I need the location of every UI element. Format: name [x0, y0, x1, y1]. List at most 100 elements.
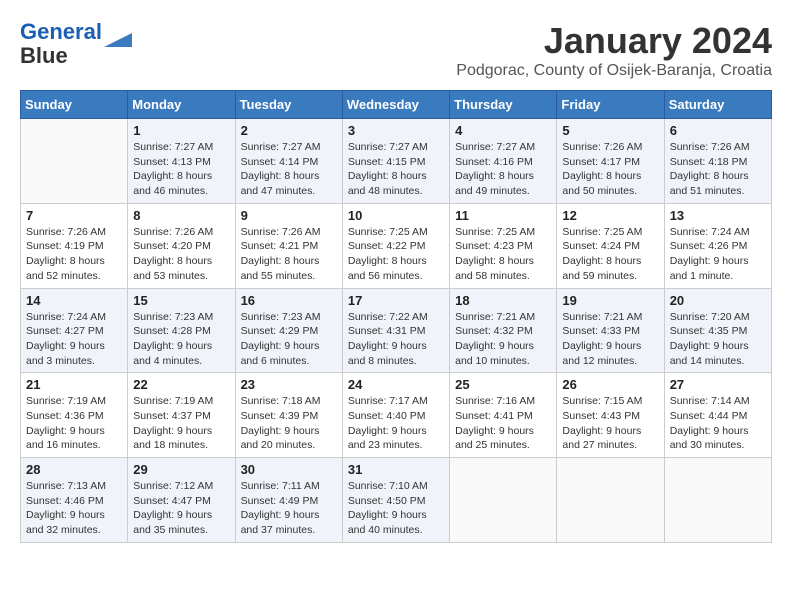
day-number: 11 [455, 208, 551, 223]
day-info: Sunrise: 7:19 AMSunset: 4:36 PMDaylight:… [26, 394, 122, 453]
calendar-cell [21, 119, 128, 204]
day-number: 9 [241, 208, 337, 223]
day-number: 20 [670, 293, 766, 308]
day-info: Sunrise: 7:12 AMSunset: 4:47 PMDaylight:… [133, 479, 229, 538]
day-info: Sunrise: 7:27 AMSunset: 4:14 PMDaylight:… [241, 140, 337, 199]
day-number: 19 [562, 293, 658, 308]
day-number: 15 [133, 293, 229, 308]
calendar-cell: 19 Sunrise: 7:21 AMSunset: 4:33 PMDayligh… [557, 288, 664, 373]
calendar-cell: 30 Sunrise: 7:11 AMSunset: 4:49 PMDayligh… [235, 458, 342, 543]
day-info: Sunrise: 7:18 AMSunset: 4:39 PMDaylight:… [241, 394, 337, 453]
day-info: Sunrise: 7:26 AMSunset: 4:19 PMDaylight:… [26, 225, 122, 284]
calendar-cell: 17 Sunrise: 7:22 AMSunset: 4:31 PMDayligh… [342, 288, 449, 373]
day-info: Sunrise: 7:23 AMSunset: 4:29 PMDaylight:… [241, 310, 337, 369]
day-info: Sunrise: 7:20 AMSunset: 4:35 PMDaylight:… [670, 310, 766, 369]
calendar-subtitle: Podgorac, County of Osijek-Baranja, Croa… [456, 62, 772, 80]
day-info: Sunrise: 7:17 AMSunset: 4:40 PMDaylight:… [348, 394, 444, 453]
day-number: 7 [26, 208, 122, 223]
day-number: 13 [670, 208, 766, 223]
day-info: Sunrise: 7:21 AMSunset: 4:32 PMDaylight:… [455, 310, 551, 369]
day-info: Sunrise: 7:25 AMSunset: 4:24 PMDaylight:… [562, 225, 658, 284]
calendar-cell: 6 Sunrise: 7:26 AMSunset: 4:18 PMDaylight… [664, 119, 771, 204]
calendar-cell: 4 Sunrise: 7:27 AMSunset: 4:16 PMDaylight… [450, 119, 557, 204]
calendar-cell: 21 Sunrise: 7:19 AMSunset: 4:36 PMDayligh… [21, 373, 128, 458]
day-of-week-header: Saturday [664, 91, 771, 119]
day-number: 24 [348, 377, 444, 392]
calendar-cell [450, 458, 557, 543]
day-info: Sunrise: 7:16 AMSunset: 4:41 PMDaylight:… [455, 394, 551, 453]
day-info: Sunrise: 7:15 AMSunset: 4:43 PMDaylight:… [562, 394, 658, 453]
day-info: Sunrise: 7:19 AMSunset: 4:37 PMDaylight:… [133, 394, 229, 453]
day-info: Sunrise: 7:10 AMSunset: 4:50 PMDaylight:… [348, 479, 444, 538]
calendar-cell: 24 Sunrise: 7:17 AMSunset: 4:40 PMDayligh… [342, 373, 449, 458]
day-info: Sunrise: 7:11 AMSunset: 4:49 PMDaylight:… [241, 479, 337, 538]
day-info: Sunrise: 7:21 AMSunset: 4:33 PMDaylight:… [562, 310, 658, 369]
day-info: Sunrise: 7:24 AMSunset: 4:27 PMDaylight:… [26, 310, 122, 369]
day-number: 22 [133, 377, 229, 392]
day-info: Sunrise: 7:25 AMSunset: 4:22 PMDaylight:… [348, 225, 444, 284]
calendar-cell: 26 Sunrise: 7:15 AMSunset: 4:43 PMDayligh… [557, 373, 664, 458]
calendar-cell: 14 Sunrise: 7:24 AMSunset: 4:27 PMDayligh… [21, 288, 128, 373]
calendar-cell: 31Sunrise: 7:10 AMSunset: 4:50 PMDayligh… [342, 458, 449, 543]
calendar-table: SundayMondayTuesdayWednesdayThursdayFrid… [20, 90, 772, 543]
day-number: 23 [241, 377, 337, 392]
day-number: 18 [455, 293, 551, 308]
day-number: 1 [133, 123, 229, 138]
day-number: 6 [670, 123, 766, 138]
logo-text: General Blue [20, 20, 102, 68]
day-number: 27 [670, 377, 766, 392]
day-of-week-header: Wednesday [342, 91, 449, 119]
calendar-cell: 15Sunrise: 7:23 AMSunset: 4:28 PMDayligh… [128, 288, 235, 373]
calendar-cell: 12 Sunrise: 7:25 AMSunset: 4:24 PMDayligh… [557, 203, 664, 288]
calendar-cell: 1 Sunrise: 7:27 AMSunset: 4:13 PMDaylight… [128, 119, 235, 204]
day-of-week-header: Monday [128, 91, 235, 119]
calendar-cell: 28Sunrise: 7:13 AMSunset: 4:46 PMDayligh… [21, 458, 128, 543]
calendar-cell: 9 Sunrise: 7:26 AMSunset: 4:21 PMDaylight… [235, 203, 342, 288]
calendar-cell: 2Sunrise: 7:27 AMSunset: 4:14 PMDaylight… [235, 119, 342, 204]
calendar-cell: 7 Sunrise: 7:26 AMSunset: 4:19 PMDaylight… [21, 203, 128, 288]
calendar-cell: 23 Sunrise: 7:18 AMSunset: 4:39 PMDayligh… [235, 373, 342, 458]
day-number: 29 [133, 462, 229, 477]
calendar-cell: 29 Sunrise: 7:12 AMSunset: 4:47 PMDayligh… [128, 458, 235, 543]
day-number: 14 [26, 293, 122, 308]
day-info: Sunrise: 7:25 AMSunset: 4:23 PMDaylight:… [455, 225, 551, 284]
day-info: Sunrise: 7:27 AMSunset: 4:13 PMDaylight:… [133, 140, 229, 199]
day-number: 30 [241, 462, 337, 477]
day-number: 25 [455, 377, 551, 392]
logo: General Blue [20, 20, 132, 68]
day-info: Sunrise: 7:24 AMSunset: 4:26 PMDaylight:… [670, 225, 766, 284]
calendar-cell: 27 Sunrise: 7:14 AMSunset: 4:44 PMDayligh… [664, 373, 771, 458]
calendar-cell: 10Sunrise: 7:25 AMSunset: 4:22 PMDayligh… [342, 203, 449, 288]
day-info: Sunrise: 7:13 AMSunset: 4:46 PMDaylight:… [26, 479, 122, 538]
calendar-cell: 5 Sunrise: 7:26 AMSunset: 4:17 PMDaylight… [557, 119, 664, 204]
day-number: 3 [348, 123, 444, 138]
calendar-cell: 18 Sunrise: 7:21 AMSunset: 4:32 PMDayligh… [450, 288, 557, 373]
calendar-header: SundayMondayTuesdayWednesdayThursdayFrid… [21, 91, 772, 119]
calendar-cell: 25 Sunrise: 7:16 AMSunset: 4:41 PMDayligh… [450, 373, 557, 458]
day-info: Sunrise: 7:26 AMSunset: 4:21 PMDaylight:… [241, 225, 337, 284]
day-number: 5 [562, 123, 658, 138]
page-header: General Blue January 2024 Podgorac, Coun… [20, 20, 772, 80]
day-number: 4 [455, 123, 551, 138]
day-number: 21 [26, 377, 122, 392]
day-info: Sunrise: 7:26 AMSunset: 4:20 PMDaylight:… [133, 225, 229, 284]
day-number: 12 [562, 208, 658, 223]
day-info: Sunrise: 7:27 AMSunset: 4:15 PMDaylight:… [348, 140, 444, 199]
day-info: Sunrise: 7:26 AMSunset: 4:17 PMDaylight:… [562, 140, 658, 199]
day-number: 26 [562, 377, 658, 392]
calendar-cell: 11 Sunrise: 7:25 AMSunset: 4:23 PMDayligh… [450, 203, 557, 288]
day-info: Sunrise: 7:26 AMSunset: 4:18 PMDaylight:… [670, 140, 766, 199]
day-info: Sunrise: 7:27 AMSunset: 4:16 PMDaylight:… [455, 140, 551, 199]
calendar-cell: 3 Sunrise: 7:27 AMSunset: 4:15 PMDaylight… [342, 119, 449, 204]
calendar-cell: 8 Sunrise: 7:26 AMSunset: 4:20 PMDaylight… [128, 203, 235, 288]
day-of-week-header: Friday [557, 91, 664, 119]
day-number: 8 [133, 208, 229, 223]
day-of-week-header: Thursday [450, 91, 557, 119]
calendar-cell: 16Sunrise: 7:23 AMSunset: 4:29 PMDayligh… [235, 288, 342, 373]
calendar-title: January 2024 [456, 20, 772, 62]
day-info: Sunrise: 7:14 AMSunset: 4:44 PMDaylight:… [670, 394, 766, 453]
calendar-cell: 13 Sunrise: 7:24 AMSunset: 4:26 PMDayligh… [664, 203, 771, 288]
calendar-cell [557, 458, 664, 543]
day-number: 17 [348, 293, 444, 308]
day-info: Sunrise: 7:22 AMSunset: 4:31 PMDaylight:… [348, 310, 444, 369]
